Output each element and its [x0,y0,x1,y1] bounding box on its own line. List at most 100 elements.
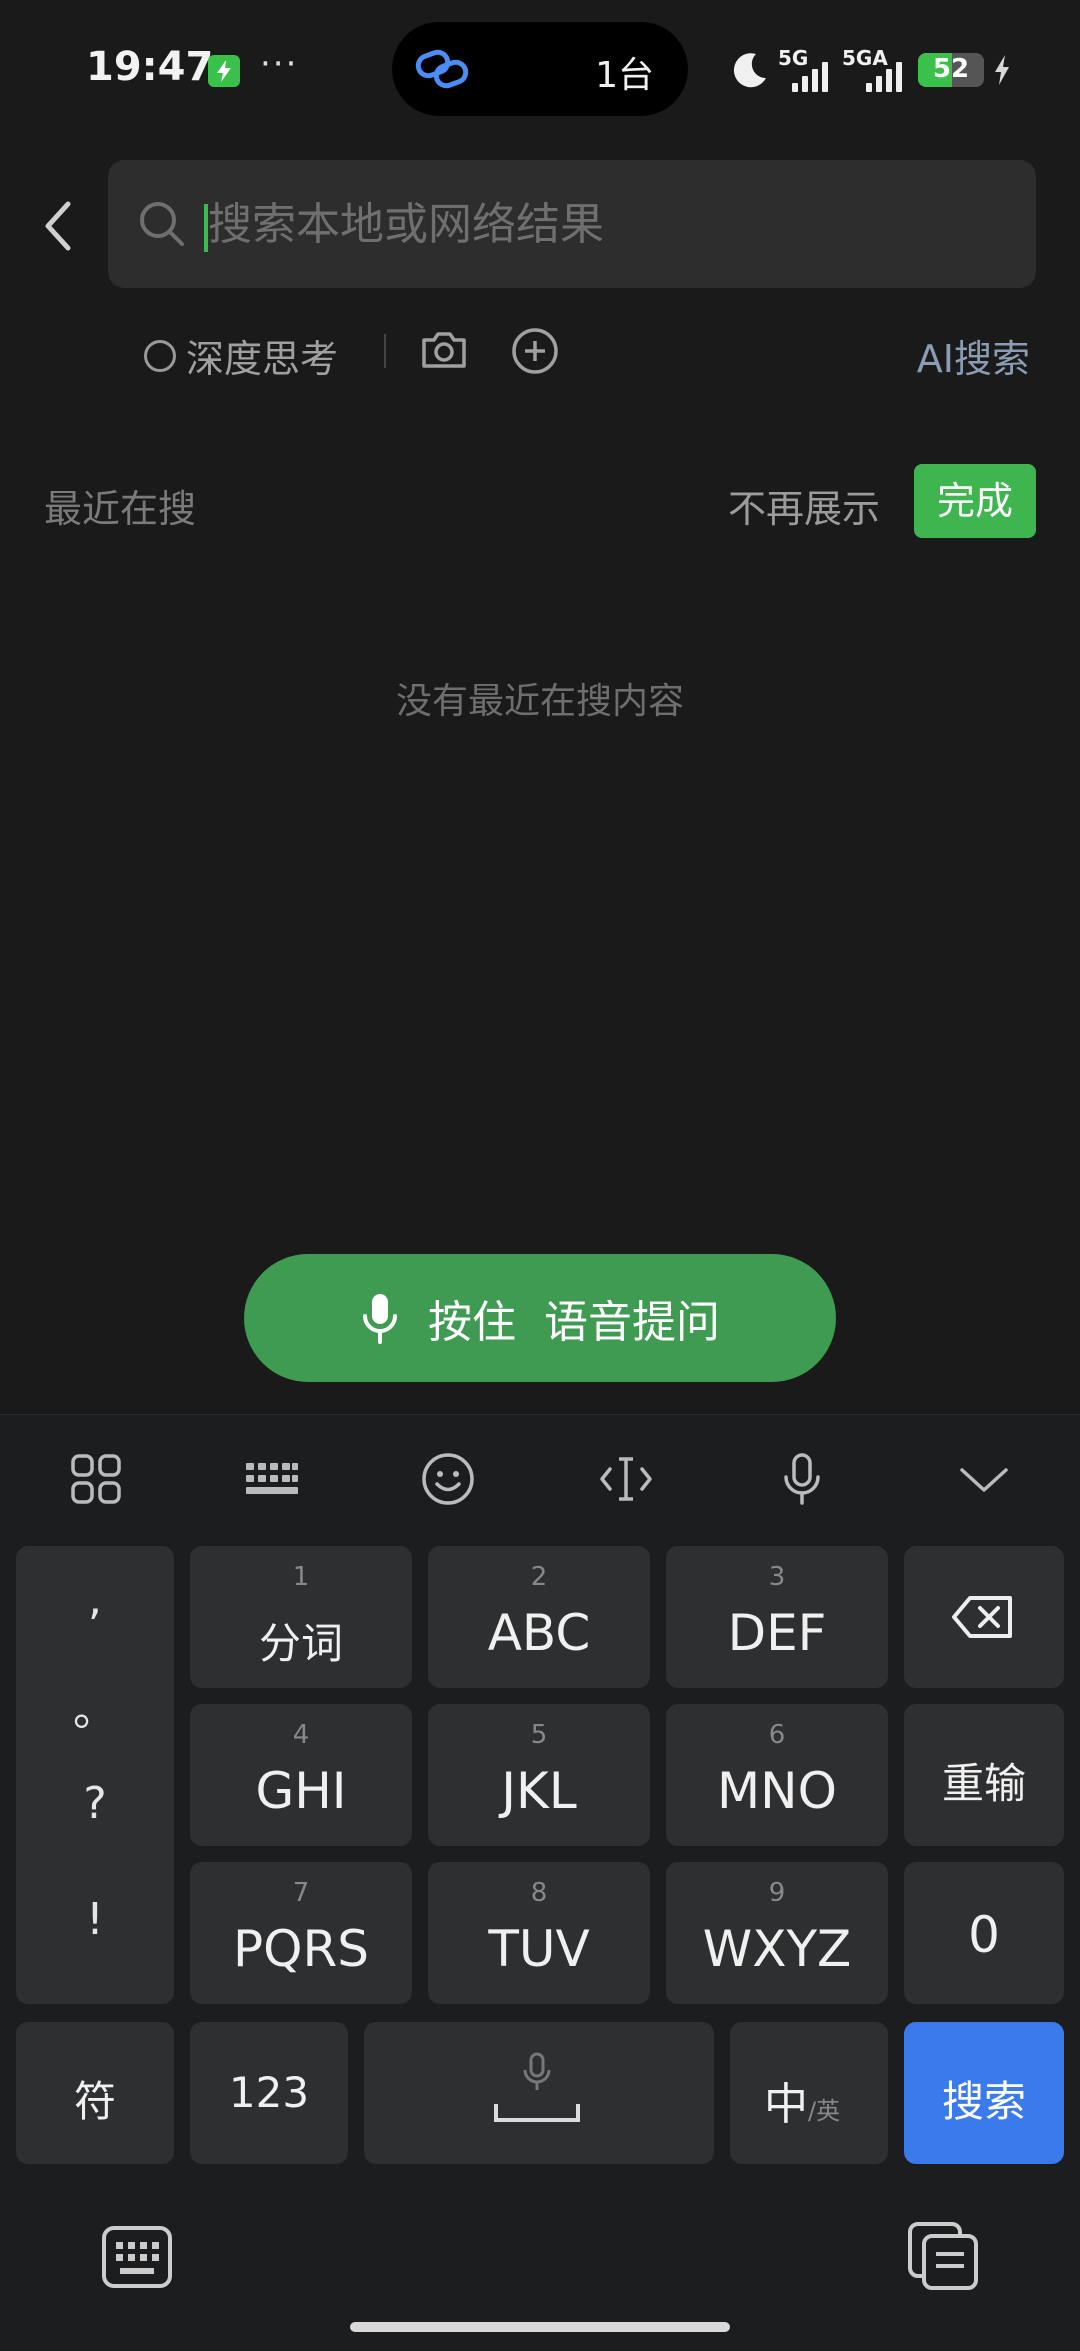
punct-key[interactable]: ! [16,1894,174,1945]
key-1-fenci[interactable]: 1 分词 [190,1546,412,1688]
key-label: ABC [487,1604,591,1662]
keyboard-icon [102,2226,172,2288]
text-cursor-icon [600,1457,652,1501]
key-7-pqrs[interactable]: 7 PQRS [190,1862,412,2004]
key-number: 6 [768,1720,786,1750]
space-bar-icon [494,2104,580,2122]
key-label: 搜索 [941,2077,1026,2126]
key-number: 5 [530,1720,548,1750]
emoji-button[interactable] [418,1449,478,1509]
key-label: TUV [488,1920,590,1978]
reinput-key[interactable]: 重输 [904,1704,1064,1846]
search-tools-row: 深度思考 AI搜索 [0,320,1080,382]
key-label: JKL [501,1762,577,1820]
language-toggle-key[interactable]: 中/英 [730,2022,888,2164]
clipboard-icon [908,2222,978,2290]
apps-button[interactable] [66,1449,126,1509]
key-label: WXYZ [702,1920,852,1978]
deep-think-label: 深度思考 [186,337,339,381]
key-label: 分词 [258,1619,343,1668]
key-number: 2 [530,1562,548,1592]
hide-recent-button[interactable]: 不再展示 [728,478,880,533]
search-input[interactable] [208,190,1008,258]
key-label: 123 [228,2068,310,2117]
switch-keyboard-button[interactable] [100,2224,174,2294]
space-key[interactable] [364,2022,714,2164]
key-6-mno[interactable]: 6 MNO [666,1704,888,1846]
microphone-icon [784,1453,820,1505]
clipboard-button[interactable] [906,2220,980,2296]
search-bar[interactable] [108,160,1036,288]
moon-icon [733,53,766,88]
key-number: 4 [292,1720,310,1750]
backspace-key[interactable] [904,1546,1064,1688]
signal-5g-icon: 5G [778,46,834,94]
signal-5ga-icon: 5GA [842,46,910,94]
backspace-icon [952,1596,1012,1638]
key-label: GHI [255,1762,347,1820]
key-label: DEF [727,1604,827,1662]
divider [384,334,386,368]
key-2-abc[interactable]: 2 ABC [428,1546,650,1688]
key-number: 1 [292,1562,310,1592]
key-5-jkl[interactable]: 5 JKL [428,1704,650,1846]
key-4-ghi[interactable]: 4 GHI [190,1704,412,1846]
search-key[interactable]: 搜索 [904,2022,1064,2164]
status-indicators: 5G 5GA 52 [730,42,1012,98]
camera-icon [422,332,466,368]
camera-button[interactable] [418,326,470,378]
key-label: MNO [717,1762,837,1820]
punctuation-panel[interactable]: , 。 ? ! [16,1546,174,2004]
key-number: 9 [768,1878,786,1908]
add-button[interactable] [510,326,560,380]
search-icon [140,202,184,246]
voice-input-button[interactable] [772,1449,832,1509]
plus-circle-icon [512,328,558,374]
keyboard-toolbar [0,1415,1080,1535]
more-notifications-icon: ··· [260,44,299,84]
symbols-key[interactable]: 符 [16,2022,174,2164]
punct-key[interactable]: ? [16,1778,174,1829]
empty-state-message: 没有最近在搜内容 [395,681,684,722]
punct-key[interactable]: , [16,1574,174,1625]
recent-searches-header: 最近在搜 不再展示 完成 [0,464,1080,544]
keyboard-layout-button[interactable] [242,1449,302,1509]
lang-sub-label: /英 [808,2097,841,2125]
key-3-def[interactable]: 3 DEF [666,1546,888,1688]
link-icon [415,49,469,89]
key-0[interactable]: 0 [904,1862,1064,2004]
key-label: 0 [968,1906,1000,1964]
punct-key[interactable]: 。 [16,1674,174,1738]
chevron-down-icon [960,1468,1008,1492]
numbers-key[interactable]: 123 [190,2022,348,2164]
microphone-icon [523,2052,551,2090]
voice-ask-label: 按住 语音提问 [428,1297,720,1348]
done-button[interactable]: 完成 [914,464,1036,538]
keyboard-icon [246,1463,298,1494]
deep-think-toggle[interactable]: 深度思考 [144,328,338,383]
voice-ask-button[interactable]: 按住 语音提问 [244,1254,836,1382]
ai-search-button[interactable]: AI搜索 [917,328,1030,383]
dynamic-island[interactable]: 1台 [392,22,688,116]
recent-title: 最近在搜 [44,487,197,531]
key-label: 重输 [941,1759,1026,1808]
battery-indicator: 52 [918,53,984,87]
microphone-icon [363,1294,397,1344]
key-label: 符 [73,2077,116,2126]
charging-bolt-icon [995,55,1009,85]
home-indicator[interactable] [350,2322,730,2332]
island-count: 1台 [595,55,654,96]
battery-level: 52 [932,54,970,84]
key-number: 3 [768,1562,786,1592]
key-9-wxyz[interactable]: 9 WXYZ [666,1862,888,2004]
hide-keyboard-button[interactable] [954,1449,1014,1509]
smiley-icon [422,1453,474,1505]
cursor-move-button[interactable] [596,1449,656,1509]
grid-icon [71,1454,121,1504]
status-bar: 19:47 ··· 1台 5G 5GA 52 [0,0,1080,140]
chevron-left-icon [45,201,71,251]
status-time: 19:47 [86,44,214,90]
back-button[interactable] [38,198,82,254]
key-number: 7 [292,1878,310,1908]
key-8-tuv[interactable]: 8 TUV [428,1862,650,2004]
